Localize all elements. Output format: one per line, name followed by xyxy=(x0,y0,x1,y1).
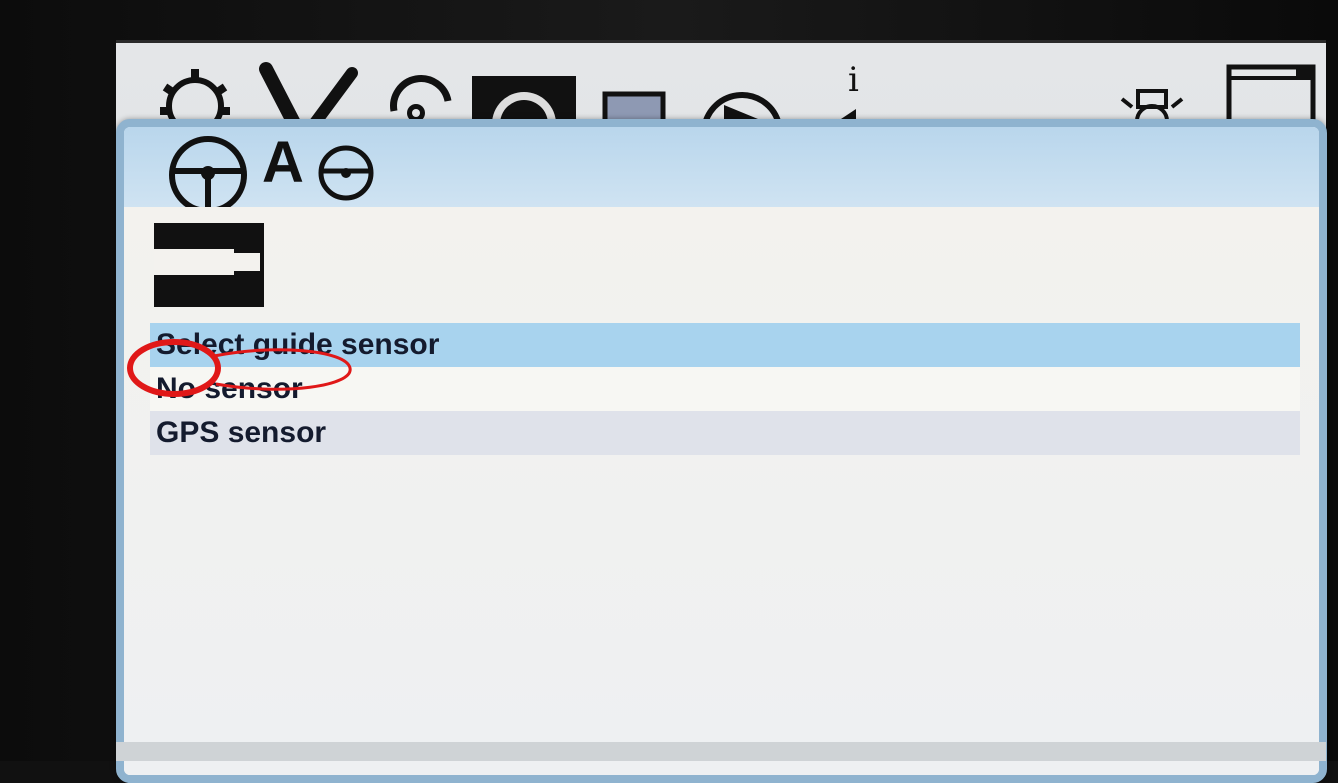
option-gps-sensor[interactable]: GPS sensor xyxy=(150,411,1300,455)
list-title: Select guide sensor xyxy=(150,323,1300,367)
svg-text:i: i xyxy=(848,61,859,100)
option-no-sensor[interactable]: No sensor xyxy=(150,367,1300,411)
steering-wheel-icon xyxy=(169,136,247,214)
dialog-body xyxy=(124,207,1319,775)
terminal-screen: i A Select guide sensor No sensor GPS se… xyxy=(116,40,1327,783)
auto-steer-wheel-icon xyxy=(318,145,374,201)
guide-sensor-icon xyxy=(154,223,264,307)
guide-sensor-dialog: A Select guide sensor No sensor GPS sens… xyxy=(116,119,1327,783)
auto-steer-label: A xyxy=(262,130,304,195)
dialog-header: A xyxy=(124,127,1319,214)
bottom-status-bar xyxy=(116,742,1326,761)
sensor-options-list: Select guide sensor No sensor GPS sensor xyxy=(150,323,1300,455)
